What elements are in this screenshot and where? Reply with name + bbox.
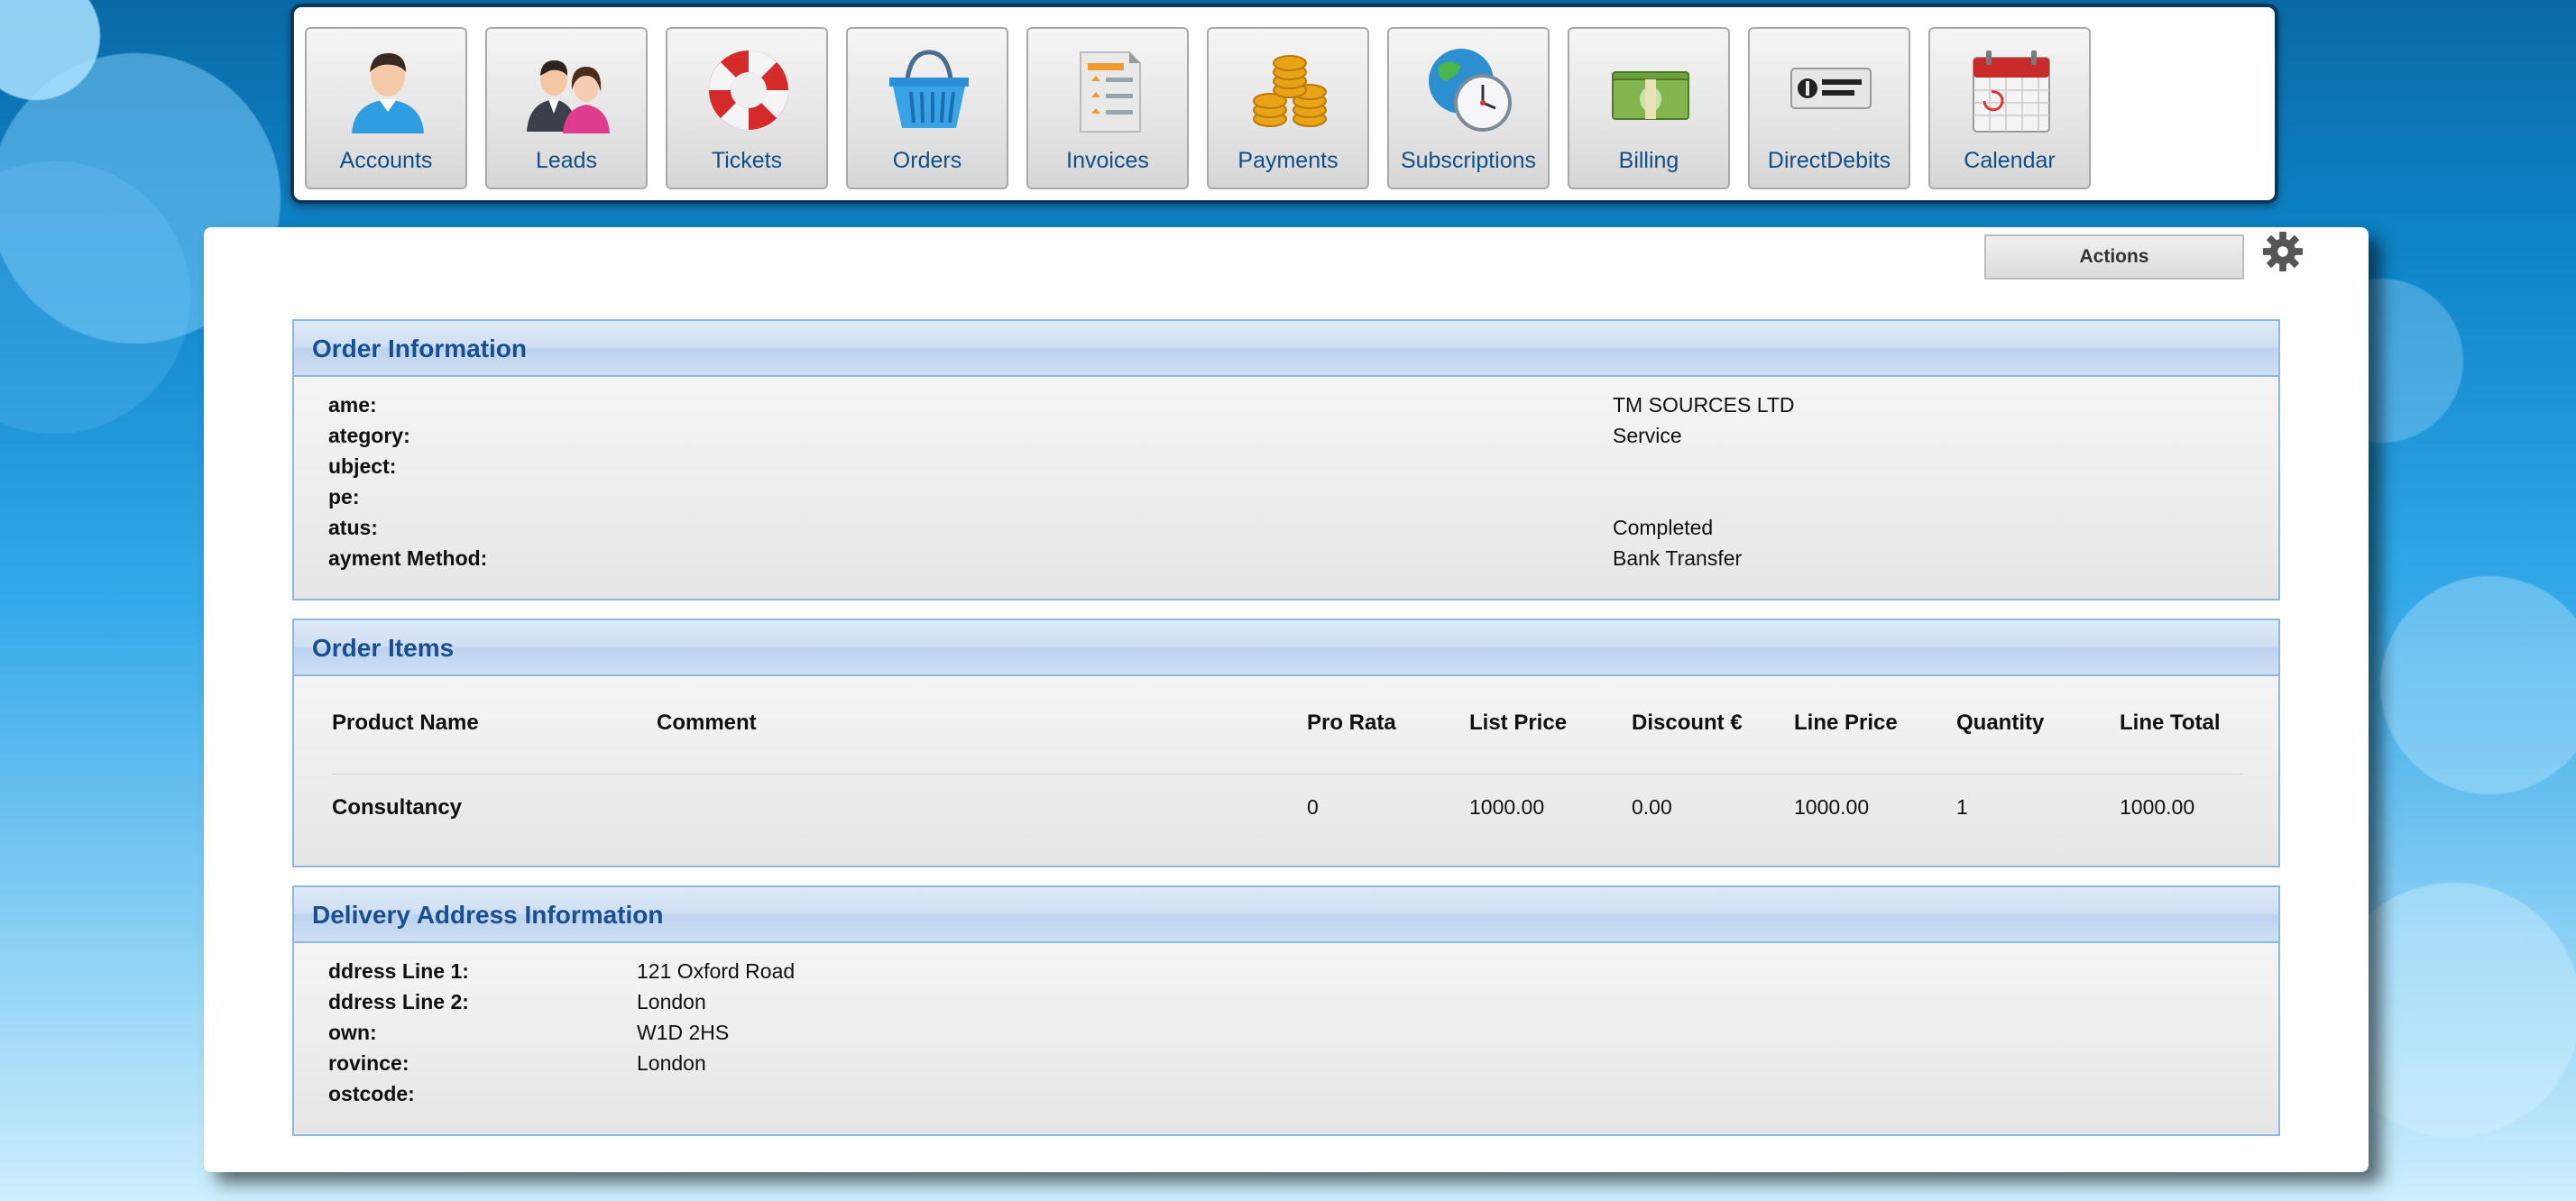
field-label: ubject: <box>328 454 397 478</box>
field-value-town: W1D 2HS <box>637 1021 730 1044</box>
cell-quantity: 1 <box>1956 795 1968 819</box>
nav-label: Accounts <box>339 148 433 173</box>
order-items-section: Order Items Product Name Comment Pro Rat… <box>292 619 2280 867</box>
nav-label: Calendar <box>1964 148 2056 173</box>
section-title: Order Information <box>294 321 2278 377</box>
column-header-pro-rata: Pro Rata <box>1307 711 1396 735</box>
field-value-province: London <box>637 1051 706 1075</box>
cell-line-price: 1000.00 <box>1794 795 1870 819</box>
nav-invoices-button[interactable]: Invoices <box>1026 27 1189 189</box>
field-label: ategory: <box>328 424 410 447</box>
accounts-icon <box>352 52 424 133</box>
row-divider <box>332 774 2242 775</box>
nav-calendar-button[interactable]: Calendar <box>1928 27 2091 189</box>
nav-label: Billing <box>1618 148 1679 173</box>
coins-icon <box>1253 55 1327 127</box>
cell-pro-rata: 0 <box>1307 795 1319 819</box>
nav-label: Payments <box>1237 148 1339 173</box>
lifebuoy-icon <box>709 50 788 130</box>
nav-billing-button[interactable]: Billing <box>1568 27 1730 189</box>
column-header-list-price: List Price <box>1469 711 1568 735</box>
section-title: Delivery Address Information <box>294 887 2278 943</box>
nav-payments-button[interactable]: Payments <box>1207 27 1369 189</box>
direct-debit-icon <box>1790 68 1872 109</box>
field-label: rovince: <box>328 1051 409 1075</box>
column-header-product-name: Product Name <box>332 711 479 735</box>
cell-list-price: 1000.00 <box>1469 795 1545 819</box>
column-header-discount: Discount € <box>1632 711 1743 735</box>
calendar-icon <box>1973 50 2050 133</box>
nav-label: Invoices <box>1066 148 1149 173</box>
banknotes-icon <box>1612 71 1689 120</box>
gear-icon[interactable] <box>2262 231 2304 272</box>
actions-button[interactable]: Actions <box>1984 234 2244 280</box>
nav-label: Leads <box>535 148 598 173</box>
field-label: ddress Line 1: <box>328 959 469 983</box>
column-header-quantity: Quantity <box>1956 711 2045 735</box>
field-label: atus: <box>328 516 378 539</box>
field-label: ostcode: <box>328 1082 415 1105</box>
top-navigation: Accounts Leads Tickets Orders Invoices P… <box>290 4 2278 204</box>
field-value-address-line-2: London <box>637 990 706 1013</box>
nav-label: Orders <box>892 148 962 173</box>
field-label: pe: <box>328 485 360 509</box>
column-header-comment: Comment <box>657 711 757 735</box>
field-value-name: TM SOURCES LTD <box>1613 393 1795 417</box>
order-information-section: Order Information ame: TM SOURCES LTD at… <box>292 319 2280 600</box>
globe-clock-icon <box>1429 49 1512 132</box>
nav-tickets-button[interactable]: Tickets <box>666 27 828 189</box>
column-header-line-total: Line Total <box>2120 711 2221 735</box>
field-value-category: Service <box>1613 424 1682 447</box>
field-label: ayment Method: <box>328 546 488 570</box>
field-label: own: <box>328 1021 377 1044</box>
field-value-status: Completed <box>1613 516 1714 539</box>
nav-label: DirectDebits <box>1767 148 1891 173</box>
cell-product-name: Consultancy <box>332 795 463 820</box>
nav-label: Subscriptions <box>1400 148 1537 173</box>
cell-line-total: 1000.00 <box>2120 795 2195 819</box>
nav-subscriptions-button[interactable]: Subscriptions <box>1387 27 1550 189</box>
column-header-line-price: Line Price <box>1794 711 1898 735</box>
nav-orders-button[interactable]: Orders <box>846 27 1008 189</box>
basket-icon <box>889 50 969 128</box>
nav-label: Tickets <box>711 148 783 173</box>
nav-leads-button[interactable]: Leads <box>485 27 648 189</box>
field-value-address-line-1: 121 Oxford Road <box>637 959 796 983</box>
invoice-icon <box>1080 51 1141 133</box>
field-label: ame: <box>328 393 377 417</box>
field-value-payment-method: Bank Transfer <box>1613 546 1743 570</box>
delivery-address-section: Delivery Address Information ddress Line… <box>292 885 2280 1136</box>
field-label: ddress Line 2: <box>328 990 469 1013</box>
nav-directdebits-button[interactable]: DirectDebits <box>1748 27 1910 189</box>
leads-icon <box>527 60 610 133</box>
cell-discount: 0.00 <box>1632 795 1672 819</box>
main-panel: Actions Order Information ame: TM SOURCE… <box>204 227 2369 1172</box>
nav-accounts-button[interactable]: Accounts <box>305 27 467 189</box>
section-title: Order Items <box>294 620 2278 676</box>
